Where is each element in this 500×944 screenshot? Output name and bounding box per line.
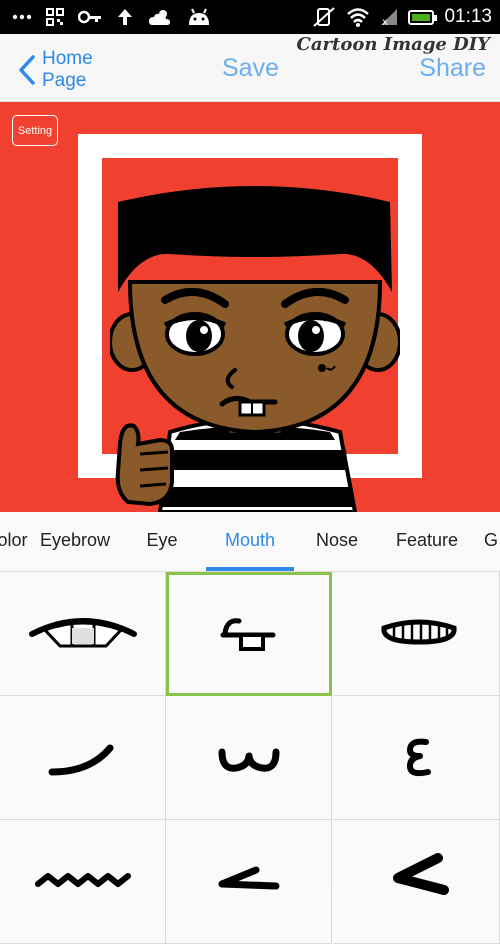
status-bar: x 01:13 xyxy=(0,0,500,34)
status-time: 01:13 xyxy=(444,6,492,27)
chevron-left-icon xyxy=(19,55,35,85)
mouth-option-1[interactable] xyxy=(0,572,166,696)
mouth-zigzag-icon xyxy=(35,873,131,887)
save-button[interactable]: Save xyxy=(222,54,279,83)
mouth-option-9[interactable] xyxy=(334,820,500,944)
home-page-label: Home Page xyxy=(42,48,93,91)
more-dots-icon xyxy=(12,14,32,20)
mouth-teeth-row-icon xyxy=(381,619,457,645)
mouth-arrow-left-icon xyxy=(218,866,280,890)
thumbs-up-hand xyxy=(115,423,174,507)
mouth-arrow-left-bold-icon xyxy=(393,853,449,895)
upload-arrow-icon xyxy=(118,9,132,25)
home-page-button[interactable]: Home Page xyxy=(18,48,102,92)
mouth-option-8[interactable] xyxy=(166,820,332,944)
share-button[interactable]: Share xyxy=(419,54,486,83)
app-watermark: Cartoon Image DIY xyxy=(296,34,490,55)
mouth-option-3[interactable] xyxy=(334,572,500,696)
tab-eyebrow[interactable]: Eyebrow xyxy=(34,512,116,571)
mouth-option-6[interactable] xyxy=(334,696,500,820)
mouth-options-grid xyxy=(0,572,500,944)
mute-vibrate-icon xyxy=(313,7,336,27)
svg-text:x: x xyxy=(382,17,388,27)
left-eye xyxy=(163,312,227,356)
right-eye xyxy=(283,312,347,356)
android-icon xyxy=(189,8,209,25)
mouth-option-2[interactable] xyxy=(166,572,332,696)
status-bar-system: x 01:13 xyxy=(312,5,492,29)
mouth-w-shape-icon xyxy=(218,748,280,772)
top-bar: Home Page Save Share Cartoon Image DIY xyxy=(0,34,500,102)
key-icon xyxy=(78,10,101,24)
qr-code-icon xyxy=(46,8,64,26)
mouth-option-5[interactable] xyxy=(166,696,332,820)
avatar-canvas: Setting xyxy=(0,102,500,512)
signal-no-service-icon: x xyxy=(381,9,398,27)
mouth-option-4[interactable] xyxy=(0,696,166,820)
tab-feature[interactable]: Feature xyxy=(388,512,466,571)
mouth-smirk-tooth-icon xyxy=(220,618,276,651)
tab-color[interactable]: Color xyxy=(0,512,32,571)
active-tab-indicator xyxy=(206,567,294,571)
wifi-icon xyxy=(347,8,370,27)
tab-nose[interactable]: Nose xyxy=(306,512,368,571)
cartoon-avatar xyxy=(110,186,400,512)
mouth-teeth-grin-icon xyxy=(29,618,137,648)
mouth-option-7[interactable] xyxy=(0,820,166,944)
tab-g[interactable]: G xyxy=(484,512,500,571)
feature-tabs: Color Eyebrow Eye Mouth Nose Feature G xyxy=(0,512,500,572)
mouth-3-shape-icon xyxy=(407,738,431,777)
tab-mouth[interactable]: Mouth xyxy=(206,512,294,571)
mouth-curve-smile-icon xyxy=(48,744,114,776)
setting-button[interactable]: Setting xyxy=(12,115,58,146)
status-bar-notifications xyxy=(12,6,212,28)
weather-cloud-icon xyxy=(149,10,170,25)
tab-eye[interactable]: Eye xyxy=(136,512,188,571)
battery-icon xyxy=(408,9,438,25)
